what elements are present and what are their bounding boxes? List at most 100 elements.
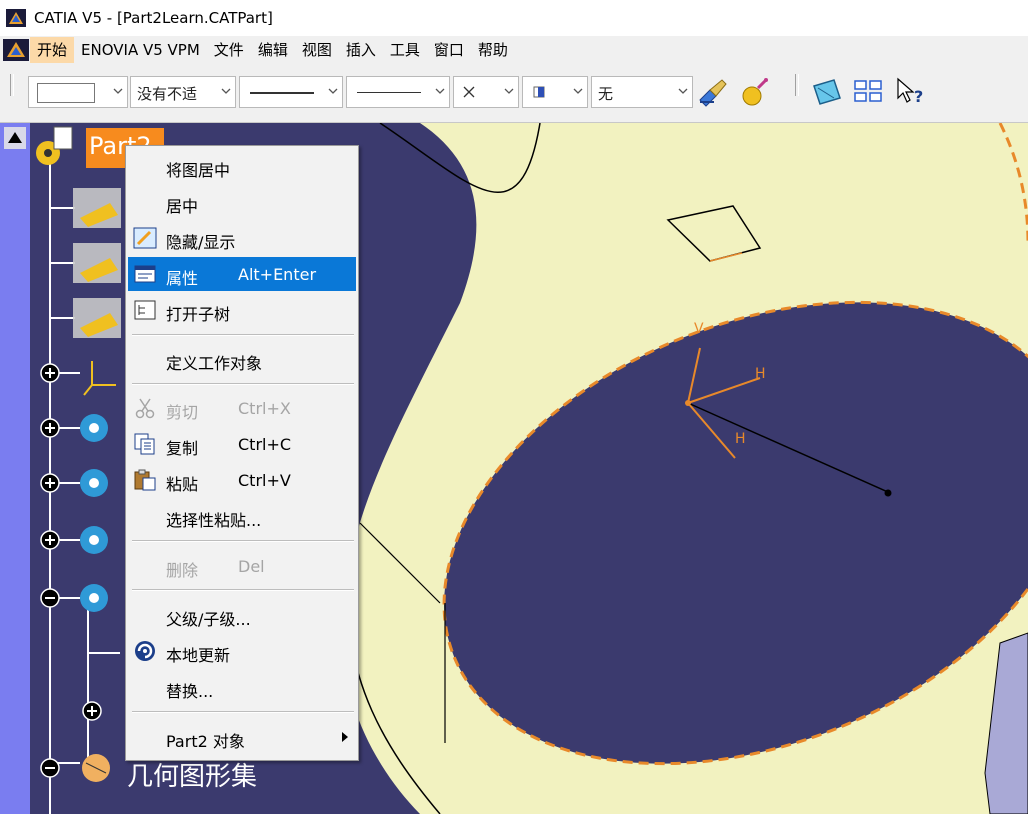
body-gear-icon[interactable]	[80, 414, 108, 442]
catia-logo-icon	[6, 9, 26, 27]
ctx-label: 父级/子级...	[166, 610, 251, 629]
svg-text:?: ?	[914, 87, 923, 106]
body-gear-icon[interactable]	[80, 469, 108, 497]
menu-edit[interactable]: 编辑	[251, 37, 295, 63]
hide-show-icon	[133, 227, 157, 249]
line-thickness-sample	[250, 92, 314, 94]
ctx-shortcut: Ctrl+X	[238, 399, 291, 418]
color-swatch	[37, 83, 95, 103]
ctx-properties[interactable]: 属性 Alt+Enter	[128, 257, 356, 291]
specification-tree	[36, 126, 121, 814]
transparency-value: 没有不适	[137, 85, 198, 103]
context-menu: 将图居中 居中 隐藏/显示 属性 Alt+Enter 打开子树 定义工作对象 剪…	[125, 145, 359, 761]
ctx-part2-object-submenu[interactable]: Part2 对象	[128, 720, 356, 754]
window-title: CATIA V5 - [Part2Learn.CATPart]	[34, 9, 273, 27]
menu-insert[interactable]: 插入	[339, 37, 383, 63]
tree-collapse-up-icon[interactable]	[4, 127, 26, 149]
part-gear-icon[interactable]	[36, 126, 73, 165]
geometrical-set-label: 几何图形集	[127, 762, 258, 792]
ctx-separator	[132, 711, 354, 713]
ctx-shortcut: Ctrl+C	[238, 435, 292, 454]
ctx-label: 复制	[166, 439, 199, 458]
ctx-label: 选择性粘贴...	[166, 511, 262, 530]
apply-material-icon[interactable]	[738, 76, 772, 108]
ctx-separator	[132, 589, 354, 591]
painter-brush-icon[interactable]	[696, 76, 730, 108]
ctx-label: 替换...	[166, 682, 214, 701]
ctx-label: 粘贴	[166, 475, 199, 494]
line-type-sample	[357, 92, 421, 93]
submenu-arrow-icon	[342, 732, 348, 742]
multi-view-icon[interactable]	[852, 76, 886, 108]
body-gear-icon[interactable]	[80, 584, 108, 612]
ctx-shortcut: Ctrl+V	[238, 471, 291, 490]
local-update-icon	[135, 641, 155, 661]
menu-tools[interactable]: 工具	[383, 37, 427, 63]
ctx-paste-special[interactable]: 选择性粘贴...	[128, 499, 356, 533]
menu-view[interactable]: 视图	[295, 37, 339, 63]
axis-system-icon[interactable]	[83, 361, 116, 396]
tree-scroll-strip	[0, 123, 30, 814]
ctx-label: 将图居中	[166, 161, 231, 180]
body-gear-icon[interactable]	[80, 526, 108, 554]
ctx-hide-show[interactable]: 隐藏/显示	[128, 221, 356, 255]
ctx-replace[interactable]: 替换...	[128, 670, 356, 704]
tree-item-geometrical-set[interactable]: 几何图形集	[127, 756, 257, 792]
menu-start[interactable]: 开始	[30, 37, 75, 63]
ctx-label: 本地更新	[166, 646, 231, 665]
color-combo[interactable]	[28, 76, 128, 108]
ctx-paste[interactable]: 粘贴 Ctrl+V	[128, 463, 356, 497]
ctx-separator	[132, 540, 354, 542]
ctx-reframe-on[interactable]: 将图居中	[128, 149, 356, 183]
ctx-label: 居中	[166, 197, 199, 216]
ctx-label: 剪切	[166, 403, 199, 422]
ctx-parents-children[interactable]: 父级/子级...	[128, 598, 356, 632]
menu-enovia[interactable]: ENOVIA V5 VPM	[74, 37, 207, 63]
ctx-copy[interactable]: 复制 Ctrl+C	[128, 427, 356, 461]
paste-icon	[134, 469, 156, 491]
ctx-label: 删除	[166, 561, 199, 580]
render-style-combo[interactable]	[522, 76, 588, 108]
chevron-down-icon	[504, 88, 514, 94]
chevron-down-icon	[221, 88, 231, 94]
layer-combo[interactable]: 无	[591, 76, 693, 108]
axis-label-h2: H	[735, 431, 746, 447]
toolbar-grip[interactable]	[795, 74, 799, 96]
scissors-icon	[135, 398, 155, 419]
line-thickness-combo[interactable]	[239, 76, 343, 108]
ctx-separator	[132, 334, 354, 336]
ctx-delete: 删除 Del	[128, 549, 356, 583]
properties-icon	[134, 265, 156, 283]
transparency-combo[interactable]: 没有不适	[130, 76, 236, 108]
sketch-plane-icon[interactable]	[810, 76, 844, 108]
subtree-icon	[134, 300, 156, 320]
menu-file[interactable]: 文件	[207, 37, 251, 63]
ctx-shortcut: Alt+Enter	[238, 265, 317, 284]
geometrical-set-icon[interactable]	[82, 754, 110, 782]
line-type-combo[interactable]	[346, 76, 450, 108]
chevron-down-icon	[678, 88, 688, 94]
ctx-separator	[132, 383, 354, 385]
chevron-down-icon	[328, 88, 338, 94]
chevron-down-icon	[435, 88, 445, 94]
chevron-down-icon	[113, 88, 123, 94]
render-style-icon	[533, 86, 545, 98]
catia-logo-icon[interactable]	[2, 38, 30, 62]
menubar: 开始 ENOVIA V5 VPM 文件 编辑 视图 插入 工具 窗口 帮助	[0, 36, 1028, 64]
ctx-label: Part2 对象	[166, 732, 245, 751]
menu-help[interactable]: 帮助	[471, 37, 515, 63]
menu-window[interactable]: 窗口	[427, 37, 471, 63]
ctx-cut: 剪切 Ctrl+X	[128, 391, 356, 425]
whats-this-help-icon[interactable]: ?	[894, 76, 928, 108]
ctx-open-subtree[interactable]: 打开子树	[128, 293, 356, 327]
ctx-center[interactable]: 居中	[128, 185, 356, 219]
ctx-label: 属性	[166, 269, 199, 288]
toolbar-grip[interactable]	[10, 74, 14, 96]
axis-label-h: H	[755, 366, 766, 382]
window-titlebar: CATIA V5 - [Part2Learn.CATPart]	[0, 0, 1028, 36]
ctx-local-update[interactable]: 本地更新	[128, 634, 356, 668]
point-symbol-combo[interactable]	[453, 76, 519, 108]
ctx-define-in-work-object[interactable]: 定义工作对象	[128, 342, 356, 376]
ctx-label: 打开子树	[166, 305, 231, 324]
ctx-label: 隐藏/显示	[166, 233, 236, 252]
